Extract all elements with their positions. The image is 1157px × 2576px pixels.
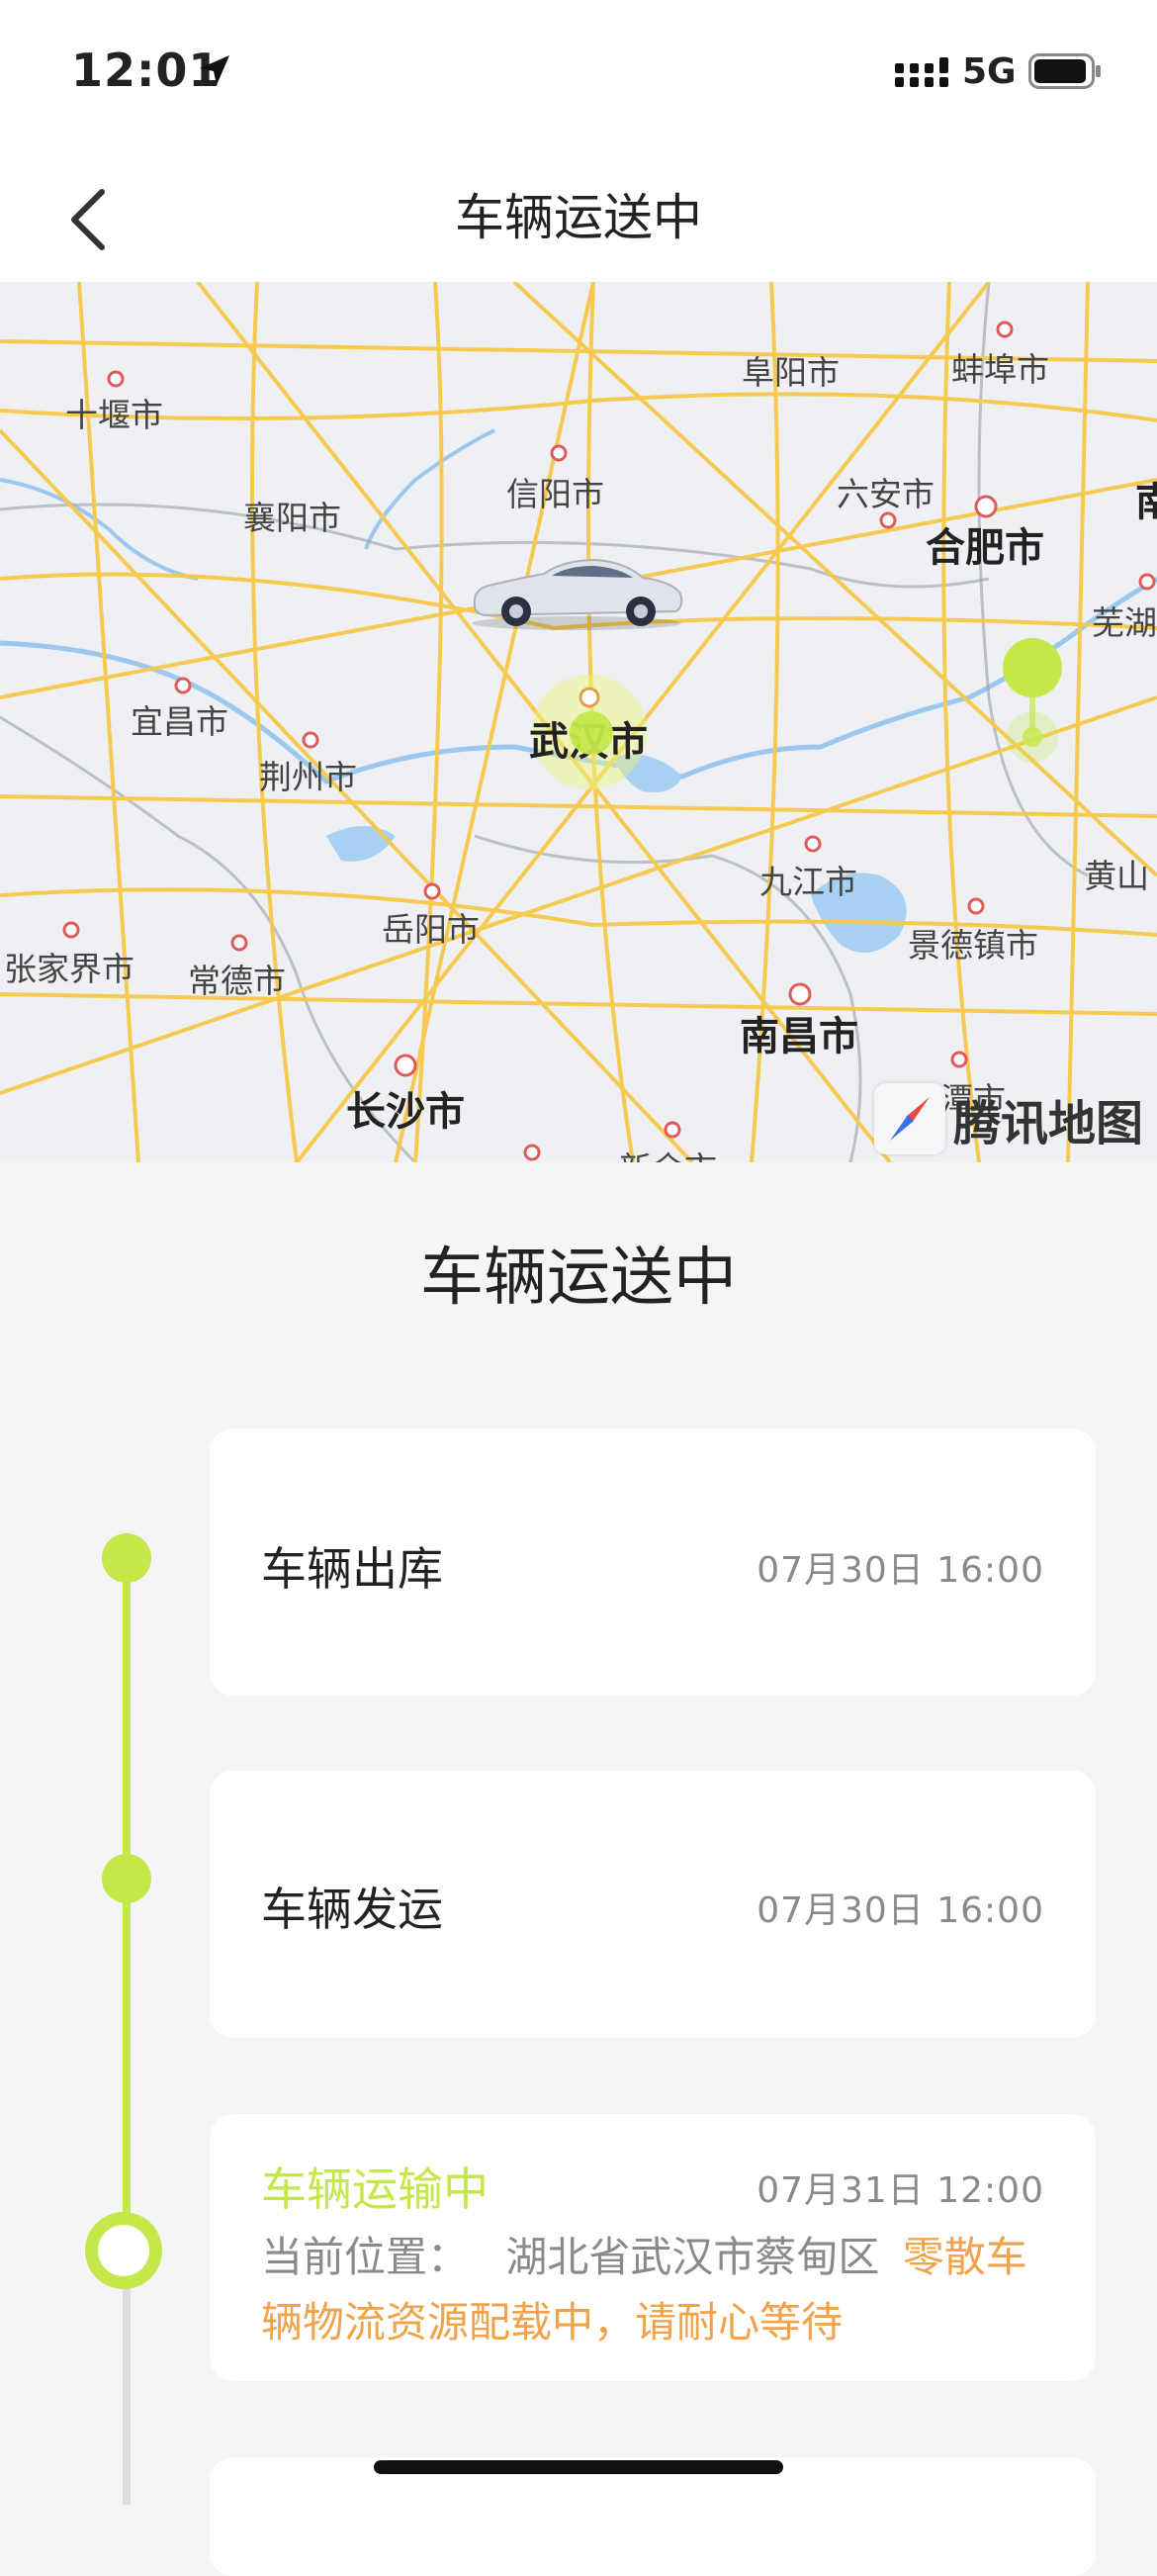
timeline-step-time: 07月30日 16:00: [756, 1550, 1044, 1591]
city-label: 南昌市: [740, 1014, 858, 1059]
timeline-step-description: 当前位置： 湖北省武汉市蔡甸区 零散车辆物流资源配载中，请耐心等待: [261, 2225, 1048, 2355]
destination-pin-icon[interactable]: [997, 638, 1068, 767]
city-label: 黄山: [1084, 857, 1149, 895]
timeline-step-time: 07月30日 16:00: [756, 1890, 1044, 1931]
city-label: 荆州市: [259, 758, 357, 796]
city-label: 南: [1135, 480, 1157, 525]
city-label: 芜湖: [1092, 603, 1157, 642]
city-label: 蚌埠市: [951, 350, 1049, 389]
timeline-step-title: 车辆运输中: [261, 2162, 489, 2216]
city-label: 景德镇市: [908, 926, 1038, 965]
city-label: 信阳市: [506, 475, 604, 513]
timeline-card-active[interactable]: 车辆运输中 07月31日 12:00 当前位置： 湖北省武汉市蔡甸区 零散车辆物…: [210, 2114, 1096, 2381]
car-icon: [472, 558, 683, 630]
city-label: 阜阳市: [742, 353, 840, 392]
city-label: 襄阳市: [243, 499, 341, 537]
map-brand: 腾讯地图: [952, 1096, 1143, 1151]
city-label: 新余市: [619, 1143, 717, 1162]
network-type: 5G: [962, 51, 1017, 92]
city-label: 宜昌市: [131, 702, 228, 741]
timeline-card[interactable]: 车辆出库 07月30日 16:00: [210, 1428, 1096, 1696]
section-title: 车辆运送中: [420, 1242, 737, 1315]
timeline-step-title: 车辆出库: [261, 1542, 443, 1596]
timeline-dot: [102, 1533, 151, 1583]
route-map[interactable]: 十堰市 阜阳市 蚌埠市 信阳市 襄阳市 六安市 合肥市 芜湖 宜昌市 武汉市 荆…: [0, 282, 1157, 1162]
city-label: 十堰市: [65, 396, 163, 434]
location-label: 当前位置：: [261, 2233, 470, 2281]
timeline-line: [123, 1558, 131, 2251]
timeline-card[interactable]: 车辆发运 07月30日 16:00: [210, 1771, 1096, 2038]
map-logo: 腾讯地图: [873, 1083, 1143, 1154]
city-label: 常德市: [188, 962, 286, 1000]
city-label: 长沙市: [346, 1089, 465, 1135]
origin-dot-icon: [570, 711, 613, 755]
timeline-line-pending: [123, 2275, 131, 2505]
timeline-dot-active: [85, 2212, 162, 2289]
city-label: 合肥市: [926, 525, 1044, 571]
timeline-card[interactable]: [210, 2457, 1096, 2576]
city-label: 张家界市: [4, 950, 134, 988]
timeline-dot: [102, 1854, 151, 1903]
signal-icon: [895, 57, 948, 87]
nav-title: 车辆运送中: [455, 189, 702, 246]
city-label: 六安市: [837, 475, 934, 513]
compass-icon[interactable]: [873, 1083, 945, 1154]
status-bar: 12:01 5G: [0, 0, 1157, 148]
city-label: 岳阳市: [382, 910, 480, 949]
location-value: 湖北省武汉市蔡甸区: [505, 2233, 880, 2281]
battery-icon: [1028, 53, 1101, 89]
timeline-step-time: 07月31日 12:00: [756, 2170, 1044, 2211]
timeline-step-title: 车辆发运: [261, 1883, 443, 1936]
location-arrow-icon: [200, 55, 229, 85]
home-indicator: [374, 2460, 783, 2474]
nav-bar: 车辆运送中: [0, 148, 1157, 282]
city-label: 九江市: [759, 863, 857, 901]
